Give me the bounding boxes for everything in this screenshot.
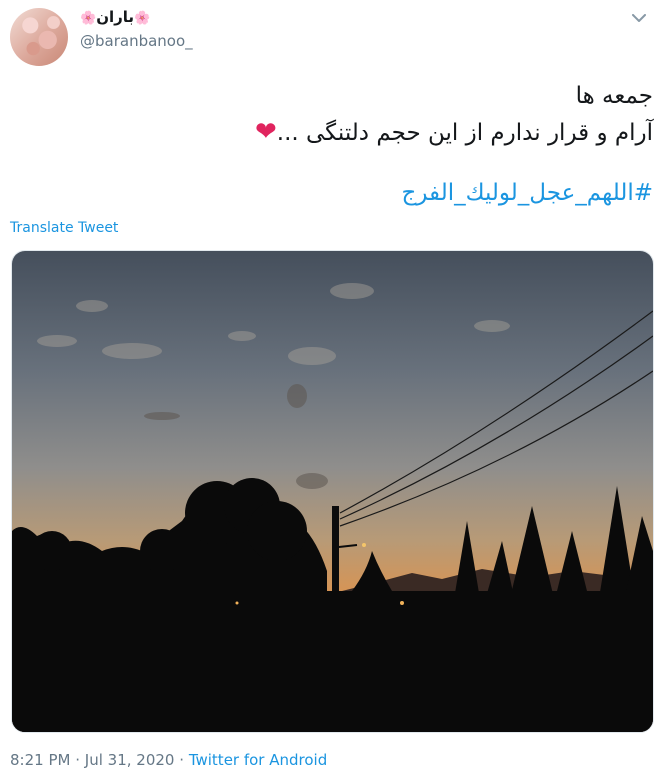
tweet-text-line-content: آرام و قرار ندارم از این حجم دلتنگی ... [276, 120, 653, 146]
tweet-card: 🌸باران🌸 @baranbanoo_ جمعه ها آرام و قرار… [0, 0, 667, 780]
flower-icon: 🌸 [134, 11, 151, 26]
tweet-text-line: جمعه ها [575, 83, 653, 109]
display-name[interactable]: 🌸باران🌸 [80, 8, 150, 26]
heart-icon: ❤ [254, 117, 277, 147]
tweet-text-line: آرام و قرار ندارم از این حجم دلتنگی ...❤ [33, 114, 653, 151]
flower-icon: 🌸 [80, 11, 97, 26]
chevron-down-icon[interactable] [629, 8, 649, 28]
display-name-text: باران [96, 8, 135, 26]
hashtag-link[interactable]: #اللهم_عجل_لوليك_الفرج [402, 180, 653, 206]
meta-separator: · [75, 751, 81, 769]
tweet-text: جمعه ها آرام و قرار ندارم از این حجم دلت… [33, 78, 653, 151]
tweet-source-link[interactable]: Twitter for Android [189, 751, 327, 769]
tweet-date[interactable]: Jul 31, 2020 [85, 751, 175, 769]
avatar[interactable] [10, 8, 68, 66]
translate-tweet-link[interactable]: Translate Tweet [10, 220, 118, 236]
tweet-time[interactable]: 8:21 PM [10, 751, 70, 769]
tweet-meta: 8:21 PM · Jul 31, 2020 · Twitter for And… [10, 751, 327, 769]
tweet-photo[interactable] [11, 250, 654, 733]
meta-separator: · [179, 751, 185, 769]
user-handle[interactable]: @baranbanoo_ [80, 32, 193, 50]
sunset-photo [12, 251, 653, 732]
